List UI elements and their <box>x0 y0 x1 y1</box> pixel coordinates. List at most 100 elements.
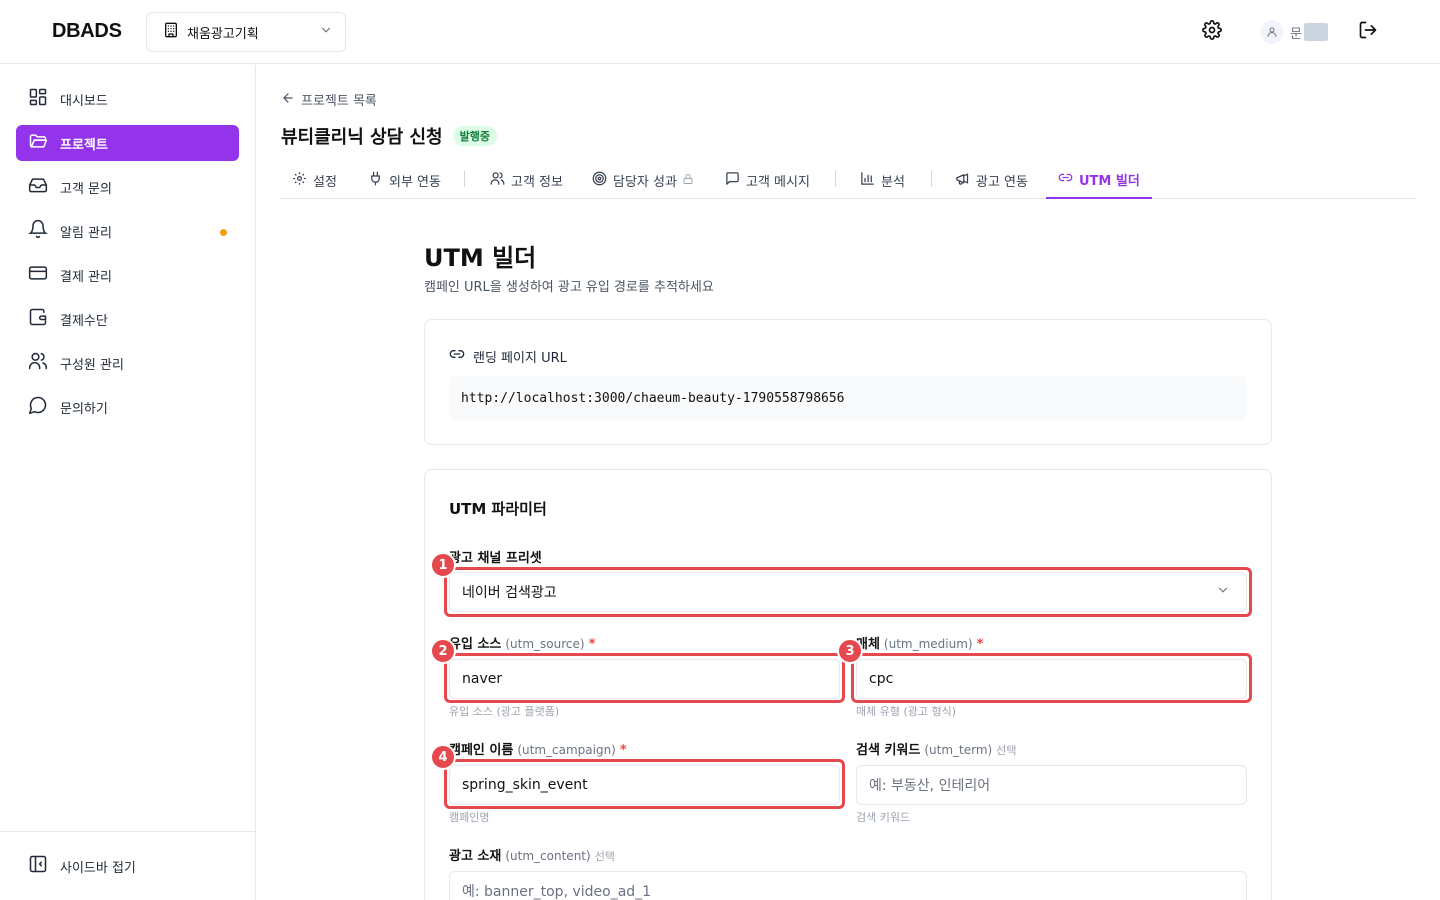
tab-label: 설정 <box>313 175 337 190</box>
highlight-medium <box>851 653 1252 703</box>
sidebar-item-notifications[interactable]: 알림 관리 <box>16 213 239 249</box>
sidebar-item-billing[interactable]: 결제 관리 <box>16 257 239 293</box>
medium-key: (utm_medium) <box>883 637 973 651</box>
tab-settings[interactable]: 설정 <box>280 162 349 199</box>
lock-icon <box>682 173 694 189</box>
collapse-sidebar-label: 사이드바 접기 <box>60 860 136 876</box>
sidebar-item-label: 고객 문의 <box>60 181 112 197</box>
sidebar-item-label: 결제수단 <box>60 313 108 329</box>
wallet-icon <box>28 307 48 331</box>
medium-hint: 매체 유형 (광고 형식) <box>856 705 957 718</box>
content-label-text: 광고 소재 <box>449 849 502 864</box>
project-tabs: 설정 외부 연동 고객 정보 담당자 성과 고객 메시지 분석 광고 연동 UT… <box>280 162 1416 199</box>
organization-select[interactable]: 채움광고기획 <box>146 12 346 52</box>
sidebar-item-dashboard[interactable]: 대시보드 <box>16 81 239 117</box>
source-label: 유입 소스 (utm_source) * <box>449 633 595 652</box>
sidebar-item-label: 구성원 관리 <box>60 357 124 373</box>
preset-label-text: 광고 채널 프리셋 <box>449 551 542 566</box>
tab-analytics[interactable]: 분석 <box>848 162 917 199</box>
tab-ad-integration[interactable]: 광고 연동 <box>943 162 1040 199</box>
sidebar-item-label: 결제 관리 <box>60 269 112 285</box>
optional-mark: 선택 <box>996 744 1017 757</box>
sidebar-item-inquiries[interactable]: 고객 문의 <box>16 169 239 205</box>
app-logo[interactable]: DBADS <box>52 20 122 43</box>
content-label: 광고 소재 (utm_content) 선택 <box>449 845 615 864</box>
sidebar-item-label: 알림 관리 <box>60 225 112 241</box>
marker-4: 4 <box>430 744 456 770</box>
settings-button[interactable] <box>1200 20 1224 44</box>
users-icon <box>490 171 505 190</box>
dashboard-icon <box>28 87 48 111</box>
term-label: 검색 키워드 (utm_term) 선택 <box>856 739 1016 758</box>
term-label-text: 검색 키워드 <box>856 743 921 758</box>
collapse-sidebar-button[interactable]: 사이드바 접기 <box>28 854 136 878</box>
tab-divider <box>835 171 836 187</box>
highlight-preset <box>444 567 1252 617</box>
arrow-left-icon <box>281 91 295 109</box>
chevron-down-icon <box>319 23 333 41</box>
status-badge: 발행중 <box>452 126 497 146</box>
tab-label: 고객 정보 <box>511 175 563 190</box>
target-icon <box>592 171 607 190</box>
gear-icon <box>292 171 307 190</box>
panel-collapse-icon <box>28 854 48 878</box>
megaphone-icon <box>955 171 970 190</box>
credit-card-icon <box>28 263 48 287</box>
tab-label: 광고 연동 <box>976 175 1028 190</box>
sidebar-item-contact[interactable]: 문의하기 <box>16 389 239 425</box>
utm-title: UTM 빌더 <box>424 244 537 272</box>
content-key: (utm_content) <box>505 849 591 863</box>
landing-url-card: 랜딩 페이지 URL http://localhost:3000/chaeum-… <box>424 319 1272 445</box>
tab-integrations[interactable]: 외부 연동 <box>356 162 453 199</box>
highlight-source <box>444 653 845 703</box>
sidebar-item-label: 문의하기 <box>60 401 108 417</box>
required-mark: * <box>588 637 596 652</box>
sidebar-item-label: 프로젝트 <box>60 137 108 153</box>
bar-chart-icon <box>860 171 875 190</box>
message-square-icon <box>725 171 740 190</box>
campaign-hint: 캠페인명 <box>449 811 490 824</box>
landing-url-value: http://localhost:3000/chaeum-beauty-1790… <box>449 376 1247 420</box>
tab-label: 담당자 성과 <box>613 175 677 190</box>
folder-icon <box>28 131 48 155</box>
marker-2: 2 <box>430 638 456 664</box>
landing-url-label: 랜딩 페이지 URL <box>449 346 567 366</box>
marker-3: 3 <box>837 638 863 664</box>
sidebar: 대시보드 프로젝트 고객 문의 알림 관리 결제 관리 결제수단 구성원 관리 … <box>0 65 256 900</box>
user-name: 문 <box>1290 26 1302 42</box>
sidebar-item-label: 대시보드 <box>60 93 108 109</box>
sidebar-item-members[interactable]: 구성원 관리 <box>16 345 239 381</box>
utm-term-input[interactable]: 예: 부동산, 인테리어 <box>856 765 1247 805</box>
gear-icon <box>1202 20 1222 44</box>
logout-button[interactable] <box>1356 20 1380 44</box>
user-menu[interactable]: 문 <box>1260 20 1328 44</box>
tab-agent-performance[interactable]: 담당자 성과 <box>580 162 706 199</box>
tab-label: 외부 연동 <box>389 175 441 190</box>
tab-label: UTM 빌더 <box>1079 174 1140 189</box>
source-hint: 유입 소스 (광고 플랫폼) <box>449 705 560 718</box>
params-title: UTM 파라미터 <box>449 500 547 518</box>
optional-mark: 선택 <box>594 850 615 863</box>
marker-1: 1 <box>430 552 456 578</box>
medium-label: 매체 (utm_medium) * <box>856 633 983 652</box>
utm-content-input[interactable]: 예: banner_top, video_ad_1 <box>449 871 1247 900</box>
back-to-projects-link[interactable]: 프로젝트 목록 <box>281 90 377 109</box>
tab-label: 분석 <box>881 175 905 190</box>
sidebar-item-payment-methods[interactable]: 결제수단 <box>16 301 239 337</box>
building-icon <box>163 22 179 42</box>
landing-url-label-text: 랜딩 페이지 URL <box>473 350 567 366</box>
logout-icon <box>1358 20 1378 44</box>
term-key: (utm_term) <box>924 743 993 757</box>
sidebar-item-projects[interactable]: 프로젝트 <box>16 125 239 161</box>
required-mark: * <box>619 743 627 758</box>
notification-dot <box>220 229 227 236</box>
highlight-campaign <box>444 759 845 809</box>
link-icon <box>449 346 465 366</box>
project-title: 뷰티클리닉 상담 신청 <box>281 127 443 148</box>
tab-customer-messages[interactable]: 고객 메시지 <box>713 162 822 199</box>
plug-icon <box>368 171 383 190</box>
tab-customer-info[interactable]: 고객 정보 <box>478 162 575 199</box>
users-icon <box>28 351 48 375</box>
tab-utm-builder[interactable]: UTM 빌더 <box>1046 162 1152 199</box>
campaign-label-text: 캠페인 이름 <box>449 743 514 758</box>
